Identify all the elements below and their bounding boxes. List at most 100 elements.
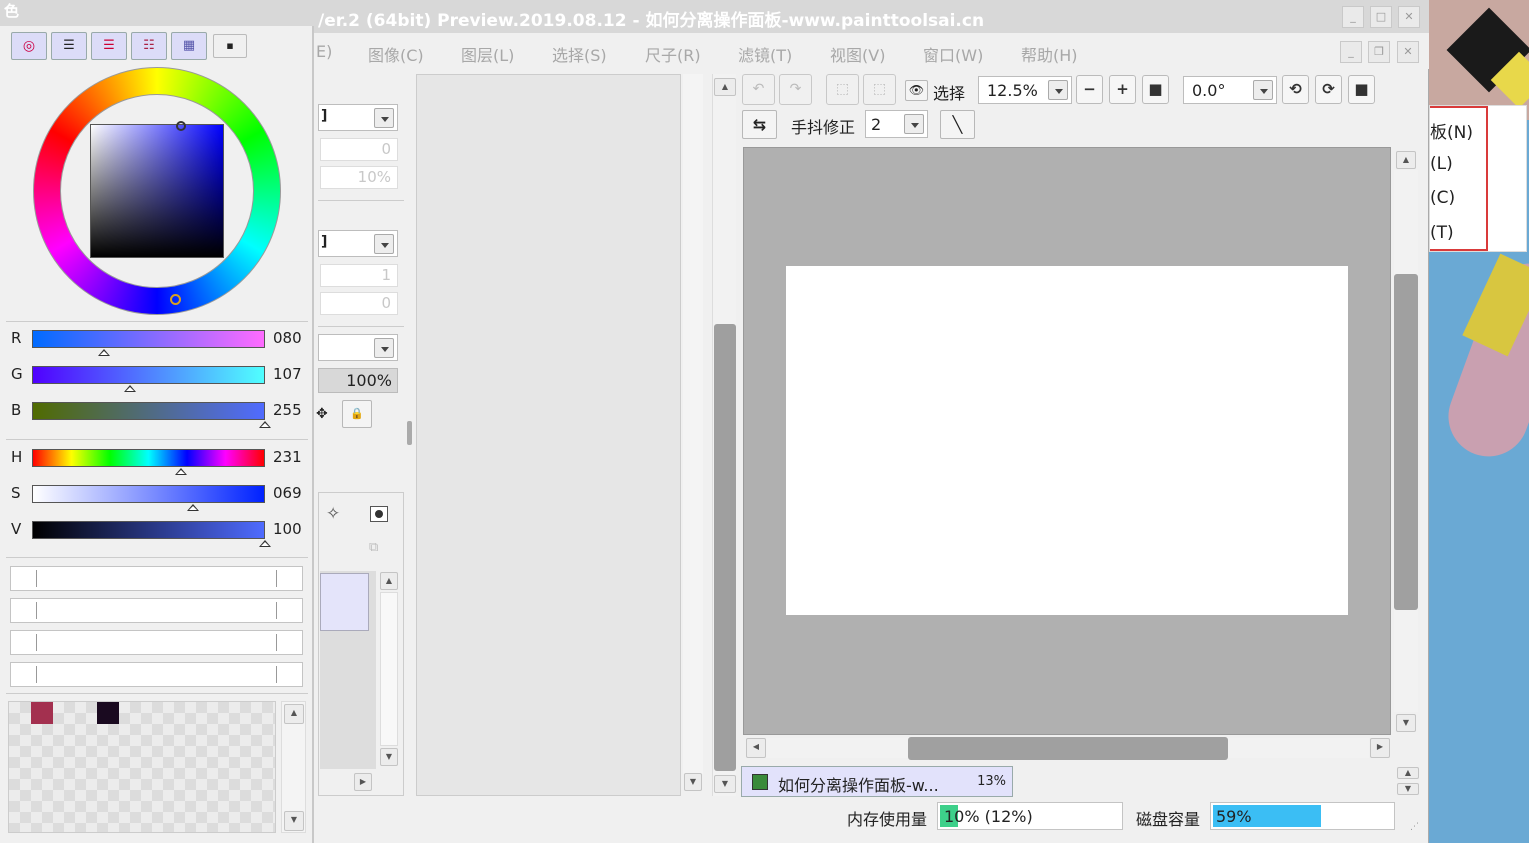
tab-scroll-down[interactable]: ▼ (1397, 783, 1419, 795)
rotation-dropdown[interactable]: 0.0° (1183, 76, 1277, 104)
b-slider-thumb[interactable] (259, 421, 271, 428)
palette-swatch[interactable] (31, 702, 53, 724)
tool-field-c[interactable]: 1 (320, 264, 398, 287)
palette-scroll-up[interactable]: ▲ (284, 704, 304, 724)
tool-field-b[interactable]: 10% (320, 166, 398, 189)
g-slider[interactable] (32, 366, 265, 384)
b-value[interactable]: 255 (273, 401, 302, 419)
zoom-dropdown[interactable]: 12.5% (978, 76, 1072, 104)
popup-item-l[interactable]: (L) (1430, 154, 1453, 174)
move-icon[interactable]: ✥ (316, 403, 336, 425)
menu-view[interactable]: 视图(V) (830, 42, 885, 66)
swatch-palette[interactable] (8, 701, 276, 833)
canvas-scroll-left[interactable]: ◀ (746, 738, 766, 758)
sv-square[interactable] (90, 124, 224, 258)
doc-minimize-button[interactable]: _ (1340, 41, 1362, 63)
popup-item-n[interactable]: 板(N) (1430, 118, 1473, 143)
layer-scroll-track[interactable] (380, 592, 398, 746)
menu-select[interactable]: 选择(S) (552, 42, 607, 66)
menu-layer[interactable]: 图层(L) (461, 42, 514, 66)
canvas-scroll-right[interactable]: ▶ (1370, 738, 1390, 758)
layer-scroll-up[interactable]: ▲ (380, 572, 398, 590)
doc-restore-button[interactable]: ❐ (1368, 41, 1390, 63)
canvas[interactable] (786, 266, 1348, 615)
layer-item-selected[interactable] (320, 573, 369, 631)
h-slider[interactable] (32, 449, 265, 467)
flip-horizontal-button[interactable]: ⇆ (742, 110, 777, 139)
color-list-row[interactable] (10, 662, 303, 687)
panel-splitter[interactable] (407, 421, 412, 445)
color-list-row[interactable] (10, 630, 303, 655)
lock-icon[interactable]: 🔒 (342, 400, 372, 428)
menu-filter[interactable]: 滤镜(T) (738, 42, 792, 66)
splitter-scroll-down[interactable]: ▼ (714, 775, 736, 793)
new-folder-icon[interactable] (370, 506, 388, 522)
menu-edit[interactable]: E) (316, 42, 332, 61)
g-value[interactable]: 107 (273, 365, 302, 383)
layer-mode-dropdown[interactable] (318, 334, 398, 361)
palette-mode-button[interactable]: ▦ (171, 32, 207, 60)
document-tab[interactable]: 如何分离操作面板-w... 13% (741, 766, 1013, 797)
eye-icon[interactable]: 👁 (905, 80, 928, 101)
canvas-hscroll-thumb[interactable] (908, 737, 1228, 760)
close-button[interactable]: ✕ (1398, 6, 1420, 28)
rotate-ccw-button[interactable]: ⟲ (1282, 75, 1309, 104)
h-slider-thumb[interactable] (175, 468, 188, 475)
color-list-row[interactable] (10, 566, 303, 591)
b-slider[interactable] (32, 402, 265, 420)
navigator-scroll-track[interactable] (683, 74, 703, 774)
layer-copy-icon[interactable]: ⧉ (369, 540, 378, 555)
tool-field-d[interactable]: 0 (320, 292, 398, 315)
undo-button[interactable]: ↶ (742, 74, 775, 105)
popup-item-t[interactable]: (T) (1430, 223, 1454, 243)
redo-button[interactable]: ↷ (779, 74, 812, 105)
color-panel-titlebar[interactable]: 色 (0, 0, 314, 26)
g-slider-thumb[interactable] (123, 385, 136, 392)
r-slider-thumb[interactable] (98, 349, 111, 356)
s-value[interactable]: 069 (273, 484, 302, 502)
opacity-field[interactable]: 100% (318, 368, 398, 393)
s-slider-thumb[interactable] (186, 504, 199, 511)
hsv-slider-mode-button[interactable]: ☰ (91, 32, 127, 60)
invert-selection-button[interactable]: ⬚ (863, 74, 896, 105)
zoom-reset-button[interactable]: ■ (1142, 75, 1169, 104)
canvas-scroll-down[interactable]: ▼ (1396, 714, 1416, 732)
popup-item-c[interactable]: (C) (1430, 188, 1455, 208)
tab-scroll-up[interactable]: ▲ (1397, 767, 1419, 779)
rotate-cw-button[interactable]: ⟳ (1315, 75, 1342, 104)
layer-scroll-right[interactable]: ▶ (354, 773, 372, 791)
line-tool-button[interactable]: ╲ (940, 110, 975, 139)
rgb-slider-mode-button[interactable]: ☰ (51, 32, 87, 60)
color-wheel-mode-button[interactable]: ◎ (11, 32, 47, 60)
menu-window[interactable]: 窗口(W) (923, 42, 983, 66)
navigator-scroll-down[interactable]: ▼ (684, 773, 702, 791)
v-slider-thumb[interactable] (259, 540, 271, 547)
new-layer-icon[interactable]: ✧ (326, 504, 340, 524)
color-list-row[interactable] (10, 598, 303, 623)
maximize-button[interactable]: □ (1370, 6, 1392, 28)
scratchpad-mode-button[interactable]: ▪ (213, 34, 247, 58)
canvas-vscroll-thumb[interactable] (1394, 274, 1418, 610)
zoom-in-button[interactable]: + (1109, 75, 1136, 104)
menu-image[interactable]: 图像(C) (368, 42, 424, 66)
r-slider[interactable] (32, 330, 265, 348)
rotate-reset-button[interactable]: ■ (1348, 75, 1375, 104)
doc-close-button[interactable]: ✕ (1397, 41, 1419, 63)
deselect-button[interactable]: ⬚ (826, 74, 859, 105)
swatch-list-mode-button[interactable]: ☷ (131, 32, 167, 60)
blend-mode-dropdown[interactable]: ] (318, 104, 398, 131)
v-value[interactable]: 100 (273, 520, 302, 538)
zoom-out-button[interactable]: − (1076, 75, 1103, 104)
menu-help[interactable]: 帮助(H) (1021, 42, 1078, 66)
canvas-scroll-up[interactable]: ▲ (1396, 151, 1416, 169)
minimize-button[interactable]: _ (1342, 6, 1364, 28)
tool-field-a[interactable]: 0 (320, 138, 398, 161)
r-value[interactable]: 080 (273, 329, 302, 347)
s-slider[interactable] (32, 485, 265, 503)
layer-scroll-down[interactable]: ▼ (380, 748, 398, 766)
palette-scroll-down[interactable]: ▼ (284, 811, 304, 831)
splitter-scroll-thumb[interactable] (714, 324, 736, 771)
splitter-scroll-up[interactable]: ▲ (714, 78, 736, 96)
stabilizer-dropdown[interactable]: 2 (865, 110, 928, 138)
v-slider[interactable] (32, 521, 265, 539)
